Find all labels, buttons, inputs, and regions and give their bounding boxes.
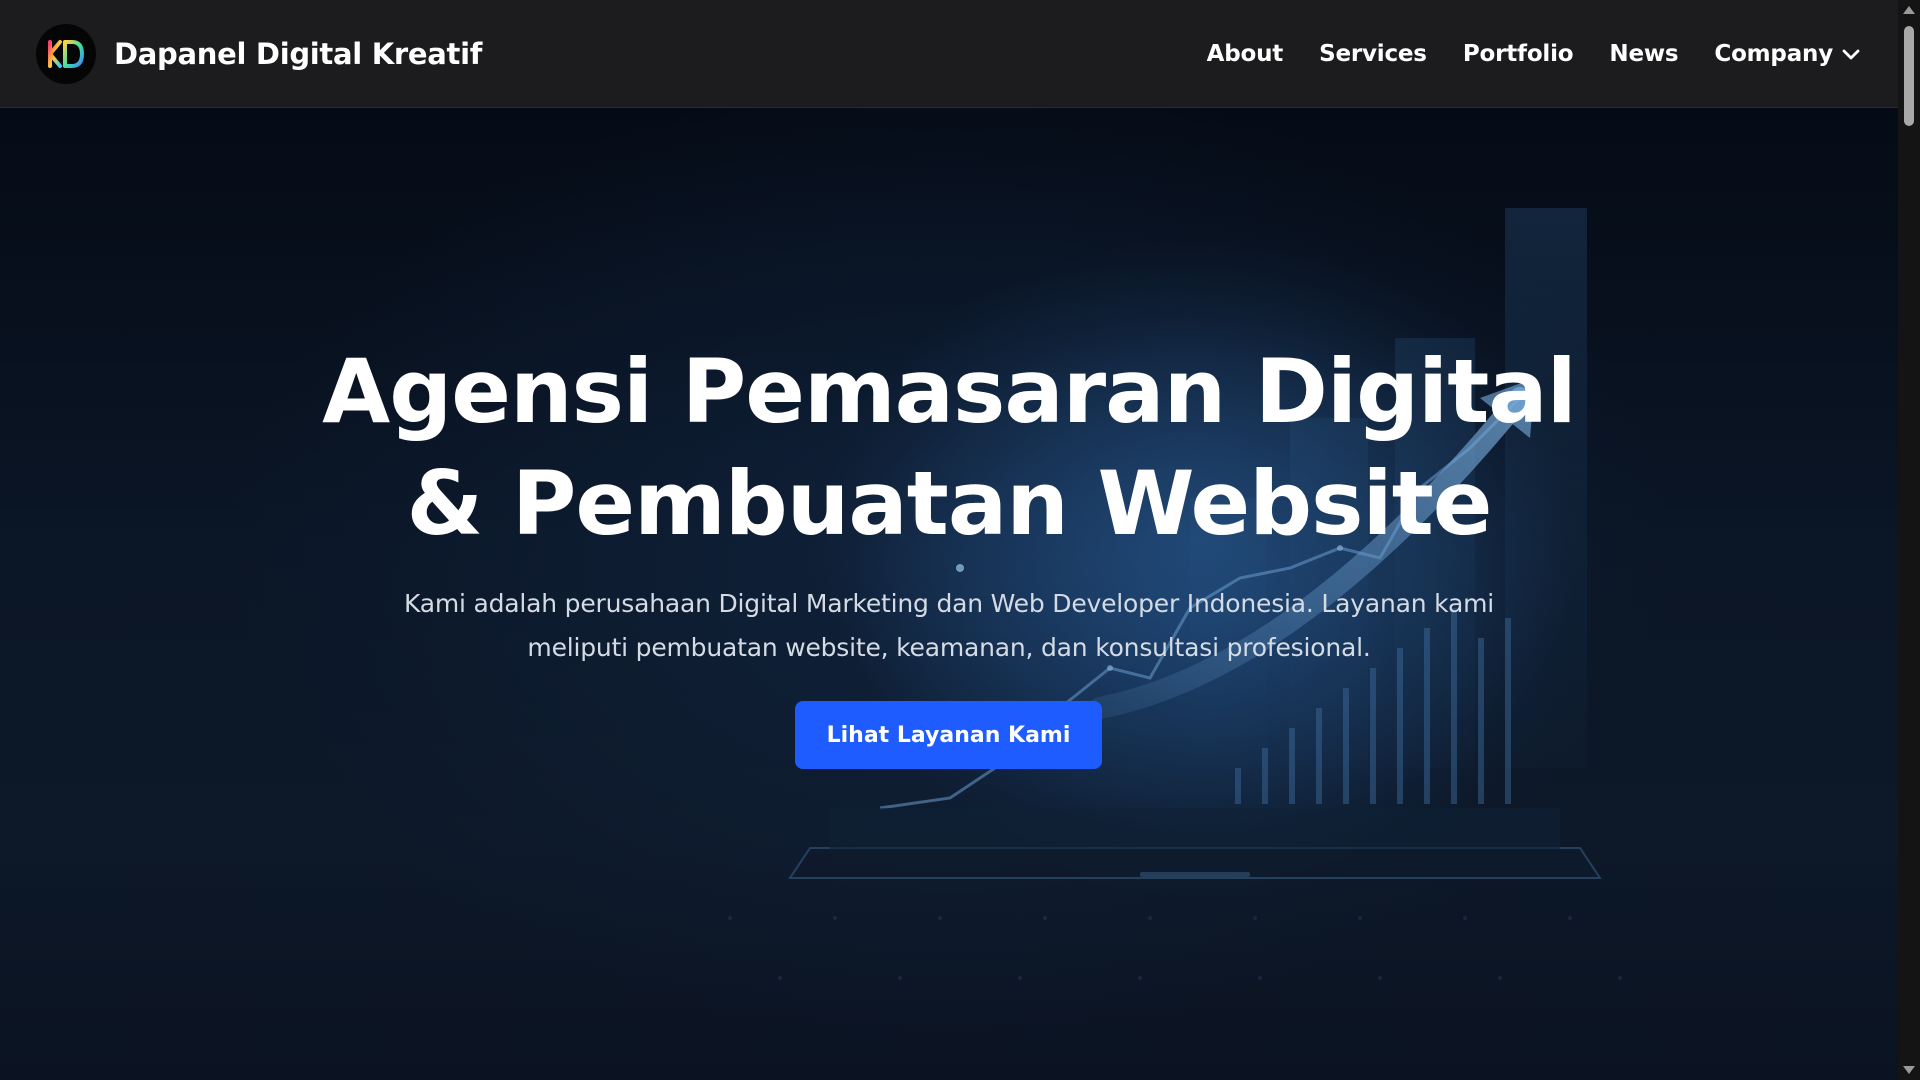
- nav-dropdown-company[interactable]: Company: [1714, 41, 1861, 67]
- view-services-button[interactable]: Lihat Layanan Kami: [795, 701, 1102, 769]
- hero-title: Agensi Pemasaran Digital & Pembuatan Web…: [0, 336, 1898, 560]
- top-navbar: Dapanel Digital Kreatif About Services P…: [0, 0, 1898, 108]
- scroll-up-arrow-icon[interactable]: [1903, 6, 1915, 14]
- hero-section: Agensi Pemasaran Digital & Pembuatan Web…: [0, 108, 1898, 1080]
- brand-name: Dapanel Digital Kreatif: [114, 36, 483, 71]
- chevron-down-icon: [1841, 47, 1861, 61]
- brand-link[interactable]: Dapanel Digital Kreatif: [36, 23, 483, 84]
- hero-subtitle: Kami adalah perusahaan Digital Marketing…: [404, 589, 1494, 662]
- nav-link-portfolio[interactable]: Portfolio: [1463, 41, 1574, 67]
- page: Dapanel Digital Kreatif About Services P…: [0, 0, 1920, 1080]
- kd-logo-icon: [36, 23, 96, 84]
- nav-link-about[interactable]: About: [1207, 41, 1284, 67]
- hero-title-line2: & Pembuatan Website: [406, 452, 1493, 555]
- nav-links: About Services Portfolio News Company: [1171, 41, 1861, 67]
- page-scrollbar[interactable]: [1898, 0, 1920, 1080]
- scroll-thumb[interactable]: [1904, 26, 1914, 126]
- nav-link-news[interactable]: News: [1609, 41, 1678, 67]
- nav-link-services[interactable]: Services: [1319, 41, 1427, 67]
- nav-link-company-label: Company: [1714, 40, 1833, 67]
- hero-title-line1: Agensi Pemasaran Digital: [322, 340, 1577, 443]
- scroll-down-arrow-icon[interactable]: [1903, 1066, 1915, 1074]
